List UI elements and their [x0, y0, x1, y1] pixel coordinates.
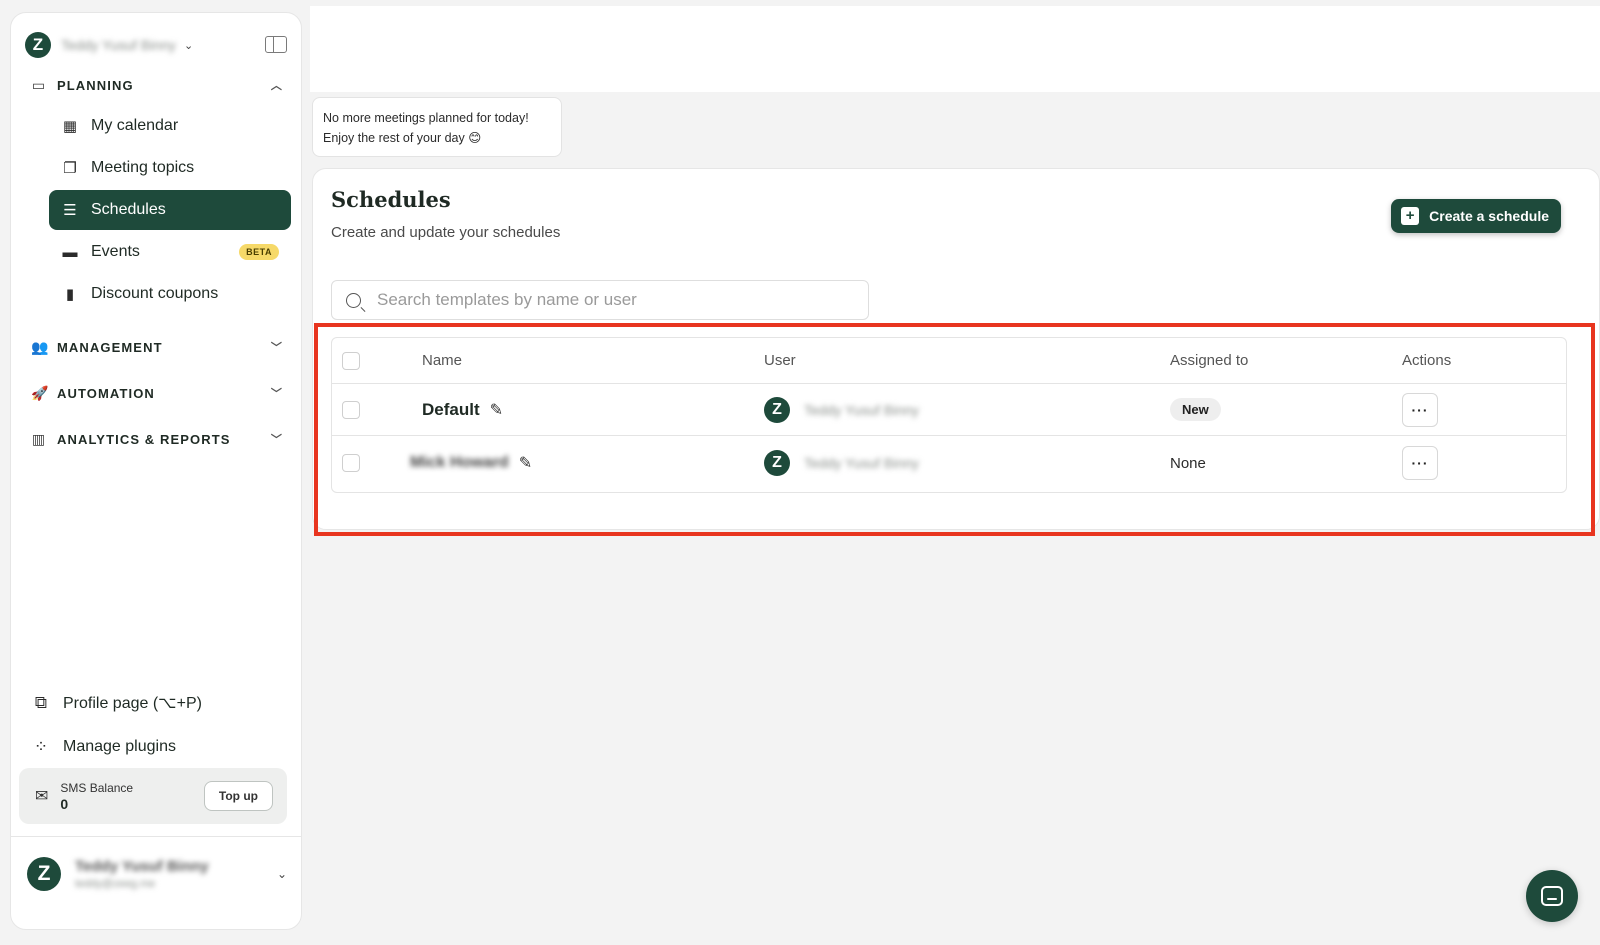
column-header-user[interactable]: User: [764, 338, 796, 383]
section-analytics[interactable]: ▥ ANALYTICS & REPORTS ﹀: [31, 427, 283, 451]
sms-balance-label: SMS Balance: [60, 780, 134, 795]
notice-line-2: Enjoy the rest of your day 😊: [323, 131, 482, 145]
divider: [11, 836, 301, 837]
select-all-checkbox[interactable]: [342, 351, 360, 370]
chevron-down-icon: ﹀: [270, 388, 283, 400]
user-avatar: Z: [764, 396, 790, 423]
chat-bubbles-icon: ❐: [63, 160, 77, 177]
schedules-table: Name User Assigned to Actions Default ✎ …: [331, 337, 1567, 493]
row-actions-button[interactable]: ···: [1402, 446, 1438, 480]
column-header-actions: Actions: [1402, 352, 1452, 369]
chevron-down-icon: ﹀: [270, 342, 283, 354]
notice-line-1: No more meetings planned for today!: [323, 111, 529, 125]
search-icon: [346, 292, 361, 308]
no-meetings-notice: No more meetings planned for today! Enjo…: [312, 97, 562, 157]
sidebar-item-meeting-topics[interactable]: ❐ Meeting topics: [49, 148, 291, 188]
sidebar-collapse-icon[interactable]: [265, 36, 287, 53]
manage-plugins-label: Manage plugins: [63, 738, 176, 755]
user-menu[interactable]: Z Teddy Yusuf Binny teddy@zeeg.me ⌄: [27, 853, 287, 895]
chevron-down-icon: ﹀: [270, 434, 283, 446]
edit-icon[interactable]: ✎: [490, 400, 503, 420]
section-planning-label: PLANNING: [57, 77, 134, 93]
search-bar: [331, 280, 869, 320]
sidebar-item-events[interactable]: ▬ Events BETA: [49, 232, 291, 272]
chevron-up-icon: ︿: [270, 80, 283, 92]
beta-badge: BETA: [239, 244, 279, 260]
calendar-icon: ▭: [31, 77, 47, 93]
user-name: Teddy Yusuf Binny: [75, 858, 209, 875]
section-automation[interactable]: 🚀 AUTOMATION ﹀: [31, 381, 283, 405]
ticket-icon: ▬: [62, 243, 78, 261]
sidebar-item-my-calendar[interactable]: ▦ My calendar: [49, 106, 291, 146]
plugins-icon: ⁘: [33, 737, 49, 756]
section-automation-label: AUTOMATION: [57, 385, 155, 401]
schedule-name[interactable]: Default: [422, 400, 480, 420]
chevron-down-icon: ⌄: [276, 867, 287, 881]
schedules-card: Schedules Create and update your schedul…: [312, 168, 1600, 530]
plus-square-icon: +: [1401, 207, 1420, 225]
table-header-row: Name User Assigned to Actions: [332, 338, 1566, 384]
create-schedule-button[interactable]: + Create a schedule: [1391, 199, 1561, 233]
account-switcher[interactable]: Z Teddy Yusuf Binny ⌄: [25, 27, 289, 63]
calendar-day-icon: ▦: [62, 118, 78, 135]
profile-page-link[interactable]: ⧉ Profile page (⌥+P): [31, 689, 202, 717]
search-input[interactable]: [377, 290, 847, 310]
sidebar-item-schedules[interactable]: ☰ Schedules: [49, 190, 291, 230]
user-name: Teddy Yusuf Binny: [804, 401, 919, 418]
support-chat-button[interactable]: [1526, 870, 1578, 922]
section-planning[interactable]: ▭ PLANNING ︿: [31, 73, 283, 97]
assigned-value: None: [1170, 454, 1206, 472]
sidebar-item-label: Discount coupons: [91, 285, 219, 302]
column-header-assigned[interactable]: Assigned to: [1170, 338, 1248, 383]
coupon-icon: ▮: [65, 286, 75, 303]
sidebar-item-label: Schedules: [91, 201, 166, 218]
section-management[interactable]: 👥 MANAGEMENT ﹀: [31, 335, 283, 359]
chat-icon: [1541, 886, 1563, 906]
mail-icon: ✉: [35, 788, 49, 805]
sidebar-item-label: Events: [91, 243, 140, 260]
create-schedule-label: Create a schedule: [1429, 208, 1549, 224]
chart-icon: ▥: [31, 431, 47, 447]
profile-page-label: Profile page (⌥+P): [63, 695, 202, 712]
sidebar-item-label: Meeting topics: [91, 159, 195, 176]
edit-icon[interactable]: ✎: [519, 453, 532, 473]
user-email: teddy@zeeg.me: [75, 878, 156, 890]
sidebar-item-label: My calendar: [91, 117, 179, 134]
user-name: Teddy Yusuf Binny: [804, 455, 919, 471]
table-row[interactable]: Mick Howard ✎ Z Teddy Yusuf Binny None ·…: [332, 437, 1566, 489]
chevron-down-icon: ⌄: [183, 39, 194, 52]
row-checkbox[interactable]: [342, 454, 360, 472]
top-bar: [310, 6, 1600, 92]
section-management-label: MANAGEMENT: [57, 339, 163, 355]
column-header-name[interactable]: Name: [422, 338, 462, 383]
list-icon: ☰: [63, 202, 77, 219]
section-analytics-label: ANALYTICS & REPORTS: [57, 431, 231, 447]
user-avatar: Z: [764, 450, 790, 476]
sidebar: Z Teddy Yusuf Binny ⌄ ▭ PLANNING ︿ ▦ My …: [10, 12, 302, 930]
top-up-button[interactable]: Top up: [203, 781, 273, 811]
page-title: Schedules: [331, 187, 451, 212]
account-name: Teddy Yusuf Binny: [61, 37, 176, 53]
external-link-icon: ⧉: [34, 693, 48, 712]
manage-plugins-link[interactable]: ⁘ Manage plugins: [31, 733, 176, 761]
sms-balance-value: 0: [60, 795, 69, 812]
avatar: Z: [27, 857, 61, 891]
assigned-badge: New: [1170, 398, 1221, 421]
page-subtitle: Create and update your schedules: [331, 224, 561, 241]
rocket-icon: 🚀: [31, 385, 50, 401]
sidebar-item-discount-coupons[interactable]: ▮ Discount coupons: [49, 274, 291, 314]
schedule-name[interactable]: Mick Howard: [410, 454, 509, 472]
users-icon: 👥: [31, 339, 50, 355]
row-checkbox[interactable]: [342, 400, 360, 419]
table-row[interactable]: Default ✎ Z Teddy Yusuf Binny New ···: [332, 384, 1566, 436]
row-actions-button[interactable]: ···: [1402, 392, 1438, 427]
sms-balance-card: ✉ SMS Balance 0 Top up: [19, 768, 287, 824]
brand-logo-icon: Z: [25, 32, 51, 58]
